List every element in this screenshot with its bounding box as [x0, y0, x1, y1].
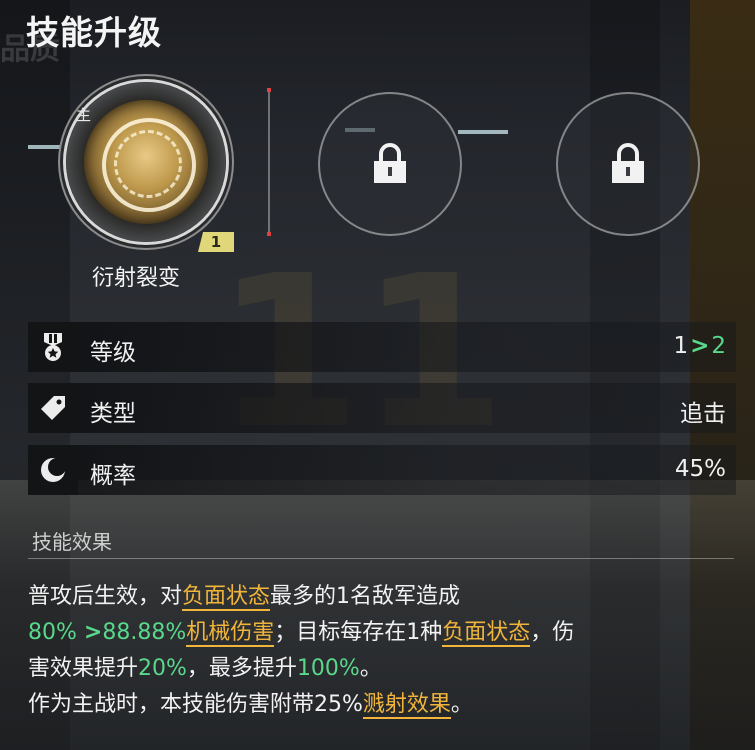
- tag-icon: [41, 396, 65, 420]
- keyword-debuff[interactable]: 负面状态: [442, 620, 531, 647]
- stat-label: 等级: [90, 340, 136, 366]
- effect-text-line-4: 作为主战时，本技能伤害附带25%溅射效果。: [28, 692, 473, 719]
- main-tag: 主: [76, 106, 92, 124]
- effect-heading: 技能效果: [32, 530, 112, 554]
- effect-text-line-3: 害效果提升20%，最多提升100%。: [28, 656, 382, 681]
- skill-level-badge: 1: [198, 232, 234, 252]
- keyword-splash-effect[interactable]: 溅射效果: [362, 692, 451, 719]
- stat-row-type: 类型 追击: [28, 383, 736, 433]
- page-title: 技能升级: [26, 13, 162, 52]
- divider: [28, 558, 734, 559]
- stat-label: 类型: [90, 401, 136, 427]
- stat-label: 概率: [90, 463, 136, 489]
- lock-icon: [374, 143, 406, 183]
- slot-divider: [267, 88, 271, 236]
- level-change: 1>2: [673, 333, 726, 359]
- stat-row-level: 等级 1>2: [28, 322, 736, 372]
- effect-text-line-2: 80% >88.88%机械伤害；目标每存在1种负面状态，伤: [28, 620, 575, 647]
- stat-row-chance: 概率 45%: [28, 445, 736, 495]
- lock-icon: [612, 143, 644, 183]
- locked-skill-slot-1[interactable]: [318, 92, 462, 236]
- locked-skill-slot-2[interactable]: [556, 92, 700, 236]
- keyword-debuff[interactable]: 负面状态: [182, 584, 271, 611]
- moon-icon: [41, 458, 66, 482]
- keyword-mechanical-damage[interactable]: 机械伤害: [186, 620, 275, 647]
- effect-text-line-1: 普攻后生效，对负面状态最多的1名敌军造成: [28, 584, 461, 611]
- medal-icon: [44, 333, 62, 361]
- skill-name: 衍射裂变: [92, 266, 181, 291]
- stat-value: 追击: [680, 401, 726, 427]
- stat-value: 45%: [674, 456, 726, 482]
